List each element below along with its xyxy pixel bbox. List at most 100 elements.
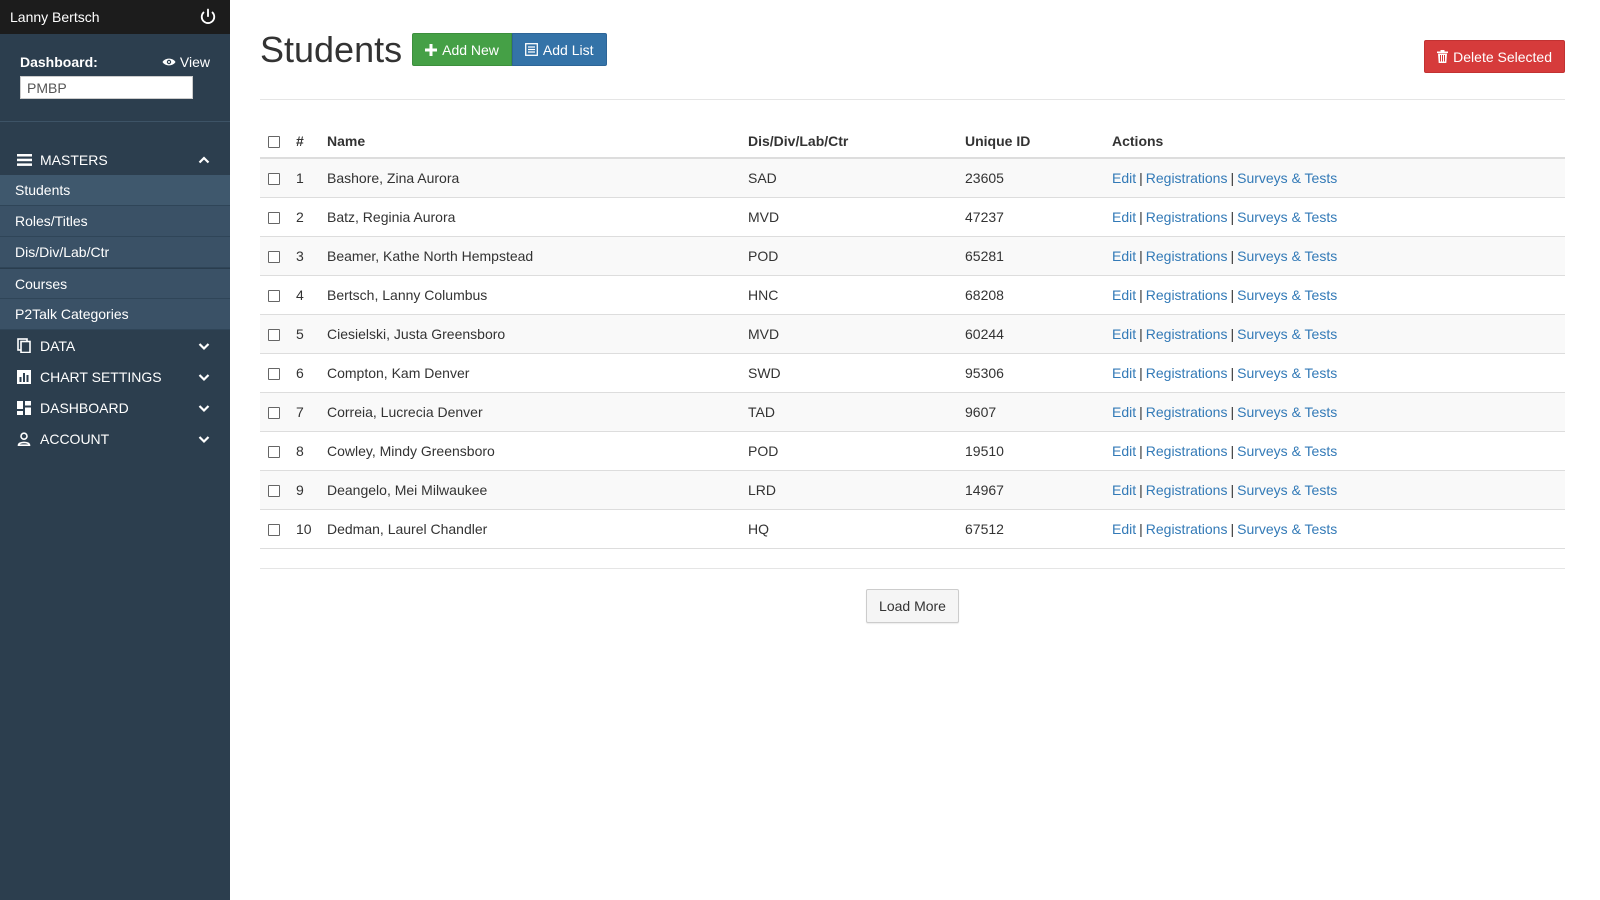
surveys-tests-link[interactable]: Surveys & Tests — [1237, 326, 1337, 342]
surveys-tests-link[interactable]: Surveys & Tests — [1237, 482, 1337, 498]
registrations-link[interactable]: Registrations — [1146, 365, 1228, 381]
row-div: HQ — [748, 508, 965, 549]
registrations-link[interactable]: Registrations — [1146, 248, 1228, 264]
add-list-button[interactable]: Add List — [511, 33, 607, 66]
surveys-tests-link[interactable]: Surveys & Tests — [1237, 170, 1337, 186]
registrations-link[interactable]: Registrations — [1146, 404, 1228, 420]
registrations-link[interactable]: Registrations — [1146, 521, 1228, 537]
add-new-button[interactable]: Add New — [412, 33, 512, 66]
trash-icon — [1437, 50, 1449, 63]
edit-link[interactable]: Edit — [1112, 482, 1136, 498]
row-checkbox[interactable] — [268, 250, 280, 263]
row-num: 2 — [296, 196, 327, 236]
menu-account-label: ACCOUNT — [40, 430, 110, 447]
row-checkbox[interactable] — [268, 484, 280, 497]
row-checkbox[interactable] — [268, 406, 280, 419]
row-actions: Edit | Registrations | Surveys & Tests — [1112, 352, 1565, 392]
action-separator: | — [1230, 442, 1235, 459]
dashboard-icon — [16, 400, 32, 416]
edit-link[interactable]: Edit — [1112, 521, 1136, 537]
row-unique-id: 60244 — [965, 313, 1112, 353]
header-select-all — [260, 124, 296, 159]
sidebar-item-students[interactable]: Students — [0, 175, 230, 206]
registrations-link[interactable]: Registrations — [1146, 287, 1228, 303]
registrations-link[interactable]: Registrations — [1146, 209, 1228, 225]
row-actions: Edit | Registrations | Surveys & Tests — [1112, 430, 1565, 470]
row-num: 10 — [296, 508, 327, 549]
surveys-tests-link[interactable]: Surveys & Tests — [1237, 287, 1337, 303]
surveys-tests-link[interactable]: Surveys & Tests — [1237, 404, 1337, 420]
edit-link[interactable]: Edit — [1112, 443, 1136, 459]
table-header-row: # Name Dis/Div/Lab/Ctr Unique ID Actions — [260, 124, 1565, 159]
row-actions: Edit | Registrations | Surveys & Tests — [1112, 157, 1565, 197]
surveys-tests-link[interactable]: Surveys & Tests — [1237, 248, 1337, 264]
menu-chart-settings[interactable]: CHART SETTINGS — [0, 361, 230, 392]
action-separator: | — [1230, 286, 1235, 303]
view-link[interactable]: View — [162, 54, 210, 70]
row-checkbox[interactable] — [268, 445, 280, 458]
select-all-checkbox[interactable] — [268, 135, 280, 148]
edit-link[interactable]: Edit — [1112, 326, 1136, 342]
sidebar: Lanny Bertsch Dashboard: View PMBP MASTE… — [0, 0, 230, 900]
sidebar-item-dis-div-lab-ctr[interactable]: Dis/Div/Lab/Ctr — [0, 237, 230, 268]
menu-data[interactable]: DATA — [0, 330, 230, 361]
row-unique-id: 19510 — [965, 430, 1112, 470]
menu-data-label: DATA — [40, 337, 76, 354]
table-row: 5 Ciesielski, Justa Greensboro MVD 60244 Edi… — [260, 313, 1565, 353]
menu-masters[interactable]: MASTERS — [0, 144, 230, 175]
row-checkbox[interactable] — [268, 367, 280, 380]
chevron-down-icon — [198, 435, 210, 443]
students-table: # Name Dis/Div/Lab/Ctr Unique ID Actions… — [260, 124, 1565, 549]
dashboard-label: Dashboard: — [20, 54, 98, 70]
edit-link[interactable]: Edit — [1112, 170, 1136, 186]
edit-link[interactable]: Edit — [1112, 404, 1136, 420]
masters-submenu: Students Roles/Titles Dis/Div/Lab/Ctr Co… — [0, 175, 230, 330]
surveys-tests-link[interactable]: Surveys & Tests — [1237, 209, 1337, 225]
edit-link[interactable]: Edit — [1112, 248, 1136, 264]
power-icon[interactable] — [198, 7, 218, 27]
row-checkbox[interactable] — [268, 523, 280, 536]
edit-link[interactable]: Edit — [1112, 365, 1136, 381]
surveys-tests-link[interactable]: Surveys & Tests — [1237, 521, 1337, 537]
menu-dashboard-label: DASHBOARD — [40, 399, 129, 416]
row-select-cell — [260, 352, 296, 392]
sidebar-item-p2talk-categories[interactable]: P2Talk Categories — [0, 299, 230, 330]
eye-icon — [162, 58, 176, 66]
table-row: 7 Correia, Lucrecia Denver TAD 9607 Edit | Reg… — [260, 391, 1565, 431]
edit-link[interactable]: Edit — [1112, 287, 1136, 303]
row-checkbox[interactable] — [268, 173, 280, 186]
registrations-link[interactable]: Registrations — [1146, 482, 1228, 498]
row-checkbox[interactable] — [268, 211, 280, 224]
row-name: Cowley, Mindy Greensboro — [327, 430, 748, 470]
load-more-button[interactable]: Load More — [866, 588, 959, 623]
registrations-link[interactable]: Registrations — [1146, 326, 1228, 342]
row-num: 1 — [296, 157, 327, 197]
registrations-link[interactable]: Registrations — [1146, 443, 1228, 459]
dashboard-input[interactable] — [20, 76, 193, 99]
view-label: View — [179, 54, 210, 70]
row-num: 7 — [296, 391, 327, 431]
delete-selected-button[interactable]: Delete Selected — [1424, 40, 1565, 73]
menu-dashboard[interactable]: DASHBOARD — [0, 392, 230, 423]
row-select-cell — [260, 391, 296, 431]
table-footer-spacer — [260, 549, 1565, 569]
registrations-link[interactable]: Registrations — [1146, 170, 1228, 186]
table-row: 6 Compton, Kam Denver SWD 95306 Edit | Registr… — [260, 352, 1565, 392]
surveys-tests-link[interactable]: Surveys & Tests — [1237, 365, 1337, 381]
action-separator: | — [1139, 520, 1143, 537]
sidebar-item-roles-titles[interactable]: Roles/Titles — [0, 206, 230, 237]
row-checkbox[interactable] — [268, 328, 280, 341]
surveys-tests-link[interactable]: Surveys & Tests — [1237, 443, 1337, 459]
row-unique-id: 65281 — [965, 235, 1112, 275]
action-separator: | — [1230, 208, 1235, 225]
row-name: Ciesielski, Justa Greensboro — [327, 313, 748, 353]
row-checkbox[interactable] — [268, 289, 280, 302]
chevron-down-icon — [198, 404, 210, 412]
add-list-label: Add List — [542, 41, 594, 58]
edit-link[interactable]: Edit — [1112, 209, 1136, 225]
menu-account[interactable]: ACCOUNT — [0, 423, 230, 454]
row-select-cell — [260, 196, 296, 236]
row-select-cell — [260, 508, 296, 549]
header-actions: Actions — [1112, 124, 1565, 159]
sidebar-item-courses[interactable]: Courses — [0, 268, 230, 299]
